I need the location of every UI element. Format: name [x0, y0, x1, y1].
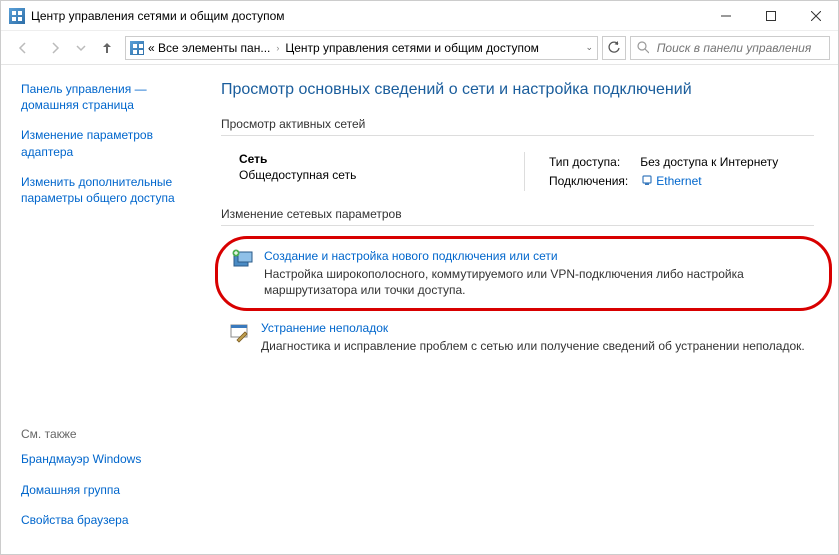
- change-settings-label: Изменение сетевых параметров: [221, 207, 814, 221]
- address-icon: [130, 41, 144, 55]
- back-button[interactable]: [9, 35, 37, 61]
- sidebar-link-firewall[interactable]: Брандмауэр Windows: [21, 451, 193, 467]
- app-icon: [9, 8, 25, 24]
- network-identity: Сеть Общедоступная сеть: [239, 152, 524, 191]
- troubleshoot-icon: [229, 321, 251, 343]
- connection-link[interactable]: Ethernet: [640, 174, 701, 188]
- content: Панель управления — домашняя страница Из…: [1, 65, 838, 554]
- refresh-button[interactable]: [602, 36, 626, 60]
- sidebar-link-home[interactable]: Панель управления — домашняя страница: [21, 81, 193, 113]
- recent-dropdown[interactable]: [73, 35, 89, 61]
- chevron-down-icon[interactable]: ⌄: [585, 42, 593, 53]
- highlight-annotation: Создание и настройка нового подключения …: [215, 236, 832, 311]
- sidebar-link-sharing[interactable]: Изменить дополнительные параметры общего…: [21, 174, 193, 206]
- access-type-label: Тип доступа:: [549, 154, 638, 170]
- window-controls: [703, 1, 838, 30]
- network-details: Тип доступа: Без доступа к Интернету Под…: [524, 152, 790, 191]
- search-icon: [637, 41, 649, 54]
- minimize-button[interactable]: [703, 1, 748, 30]
- network-name: Сеть: [239, 152, 524, 166]
- connections-label: Подключения:: [549, 172, 638, 189]
- see-also-label: См. также: [21, 427, 193, 441]
- active-networks-label: Просмотр активных сетей: [221, 117, 814, 131]
- divider: [221, 135, 814, 136]
- forward-button[interactable]: [41, 35, 69, 61]
- new-connection-icon: [232, 249, 254, 271]
- divider: [221, 225, 814, 226]
- ethernet-icon: [640, 173, 654, 187]
- option-desc: Настройка широкополосного, коммутируемог…: [264, 266, 809, 298]
- breadcrumb-item[interactable]: « Все элементы пан...: [148, 41, 270, 55]
- sidebar-link-homegroup[interactable]: Домашняя группа: [21, 482, 193, 498]
- titlebar: Центр управления сетями и общим доступом: [1, 1, 838, 31]
- option-new-connection[interactable]: Создание и настройка нового подключения …: [224, 243, 811, 304]
- main-panel: Просмотр основных сведений о сети и наст…: [201, 65, 838, 554]
- option-title: Создание и настройка нового подключения …: [264, 249, 809, 263]
- option-troubleshoot[interactable]: Устранение неполадок Диагностика и испра…: [221, 315, 814, 360]
- close-button[interactable]: [793, 1, 838, 30]
- option-title: Устранение неполадок: [261, 321, 805, 335]
- window-title: Центр управления сетями и общим доступом: [31, 9, 285, 23]
- breadcrumb-item[interactable]: Центр управления сетями и общим доступом: [285, 41, 539, 55]
- search-box[interactable]: [630, 36, 830, 60]
- sidebar-link-browser[interactable]: Свойства браузера: [21, 512, 193, 528]
- network-row: Сеть Общедоступная сеть Тип доступа: Без…: [221, 146, 814, 207]
- maximize-button[interactable]: [748, 1, 793, 30]
- page-heading: Просмотр основных сведений о сети и наст…: [221, 81, 814, 99]
- option-desc: Диагностика и исправление проблем с сеть…: [261, 338, 805, 354]
- navbar: « Все элементы пан... › Центр управления…: [1, 31, 838, 65]
- network-type: Общедоступная сеть: [239, 168, 524, 182]
- access-type-value: Без доступа к Интернету: [640, 154, 788, 170]
- up-button[interactable]: [93, 35, 121, 61]
- sidebar: Панель управления — домашняя страница Из…: [1, 65, 201, 554]
- search-input[interactable]: [655, 40, 823, 56]
- breadcrumb-sep: ›: [276, 43, 279, 53]
- sidebar-link-adapter[interactable]: Изменение параметров адаптера: [21, 127, 193, 159]
- address-bar[interactable]: « Все элементы пан... › Центр управления…: [125, 36, 598, 60]
- connection-name: Ethernet: [656, 174, 701, 188]
